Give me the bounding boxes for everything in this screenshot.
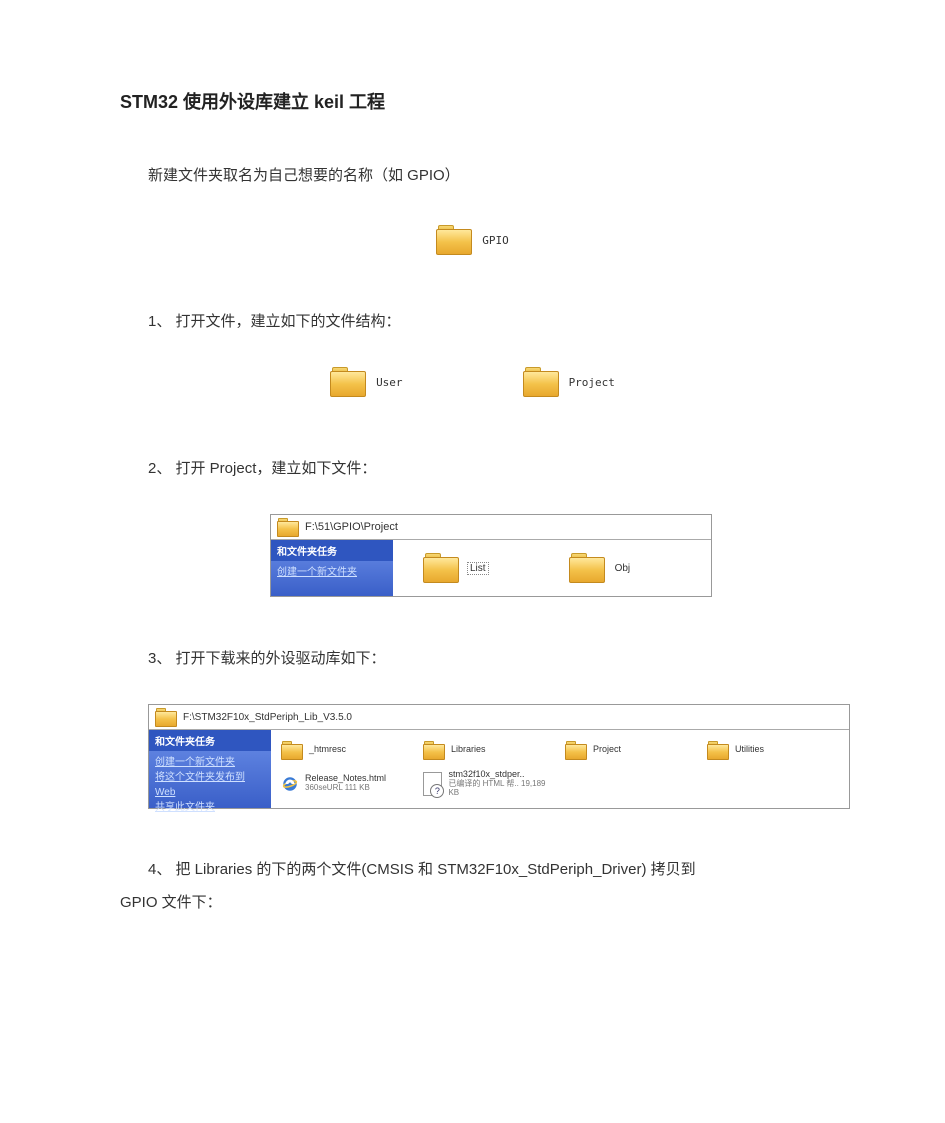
folder-icon xyxy=(423,553,459,583)
item-stdper: stm32f10x_stdper.. 已编译的 HTML 帮.. 19,189 … xyxy=(448,770,555,797)
explorer-sidebar: 和文件夹任务 创建一个新文件夹 xyxy=(271,540,393,596)
address-text: F:\51\GPIO\Project xyxy=(305,521,398,533)
item-release-notes: Release_Notes.html 360seURL 111 KB xyxy=(305,774,386,793)
explorer-main: _htmresc Libraries Project Utilities xyxy=(271,730,849,808)
step-4: 4、 把 Libraries 的下的两个文件(CMSIS 和 STM32F10x… xyxy=(120,853,825,919)
address-bar: F:\STM32F10x_StdPeriph_Lib_V3.5.0 xyxy=(149,705,849,730)
folder-icon xyxy=(277,518,299,536)
folder-label-list: List xyxy=(467,562,489,575)
item-utilities: Utilities xyxy=(735,745,764,755)
folder-label-obj: Obj xyxy=(613,563,633,574)
sidebar-link-2: 将这个文件夹发布到 Web xyxy=(155,770,265,800)
explorer-step2: F:\51\GPIO\Project 和文件夹任务 创建一个新文件夹 List … xyxy=(270,514,712,597)
explorer-sidebar: 和文件夹任务 创建一个新文件夹 将这个文件夹发布到 Web 共享此文件夹 xyxy=(149,730,271,808)
folder-label-gpio: GPIO xyxy=(482,234,509,247)
folder-icon xyxy=(281,741,303,759)
sidebar-link-1: 创建一个新文件夹 xyxy=(155,755,265,770)
ie-icon xyxy=(281,775,299,793)
sidebar-title: 和文件夹任务 xyxy=(271,540,393,561)
item-htmresc: _htmresc xyxy=(309,745,346,755)
sidebar-title: 和文件夹任务 xyxy=(149,730,271,751)
folder-icon xyxy=(330,367,366,397)
folder-label-project: Project xyxy=(569,376,615,389)
explorer-step3: F:\STM32F10x_StdPeriph_Lib_V3.5.0 和文件夹任务… xyxy=(148,704,850,809)
address-bar: F:\51\GPIO\Project xyxy=(271,515,711,540)
folder-icon xyxy=(565,741,587,759)
explorer-main: List Obj xyxy=(393,540,711,596)
folder-icon xyxy=(155,708,177,726)
step-3: 3、 打开下载来的外设驱动库如下： xyxy=(148,647,825,668)
folder-label-user: User xyxy=(376,376,403,389)
item-libraries: Libraries xyxy=(451,745,486,755)
figure-user-project: User Project xyxy=(120,367,825,397)
folder-icon xyxy=(436,225,472,255)
folder-icon xyxy=(423,741,445,759)
folder-icon xyxy=(569,553,605,583)
chm-file-icon xyxy=(423,772,442,796)
page-title: STM32 使用外设库建立 keil 工程 xyxy=(120,88,825,114)
item-project: Project xyxy=(593,745,621,755)
folder-icon xyxy=(707,741,729,759)
address-text: F:\STM32F10x_StdPeriph_Lib_V3.5.0 xyxy=(183,712,352,723)
figure-gpio: GPIO xyxy=(120,225,825,260)
folder-icon xyxy=(523,367,559,397)
sidebar-link: 创建一个新文件夹 xyxy=(277,565,387,580)
intro-para: 新建文件夹取名为自己想要的名称（如 GPIO） xyxy=(148,162,825,189)
sidebar-link-3: 共享此文件夹 xyxy=(155,800,265,815)
step-2: 2、 打开 Project，建立如下文件： xyxy=(148,457,825,478)
step-1: 1、 打开文件，建立如下的文件结构： xyxy=(148,310,825,331)
